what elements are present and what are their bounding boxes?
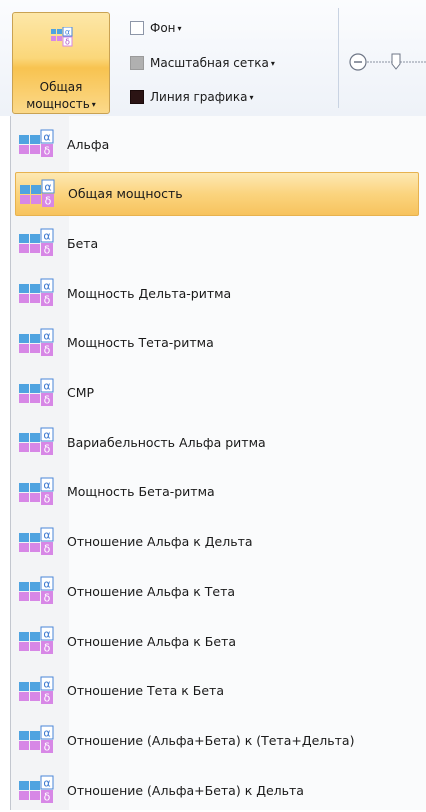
menu-item[interactable]: α δ Бета — [15, 221, 419, 265]
dropdown-arrow-icon: ▾ — [177, 23, 182, 33]
menu-item-label: Вариабельность Альфа ритма — [67, 434, 266, 450]
menu-item[interactable]: α δ Вариабельность Альфа ритма — [15, 420, 419, 464]
line-color-swatch — [130, 90, 144, 104]
menu-item-label: Бета — [67, 235, 99, 251]
alpha-delta-grid-icon: α δ — [15, 525, 65, 559]
total-power-button[interactable]: α δ Общая мощность ▾ — [12, 12, 110, 114]
svg-text:δ: δ — [44, 592, 51, 605]
alpha-delta-grid-icon: α δ — [15, 475, 65, 509]
alpha-delta-grid-icon: α δ — [15, 226, 65, 260]
scale-grid-button[interactable]: Масштабная сетка ▾ — [130, 53, 275, 73]
svg-text:α: α — [65, 28, 70, 37]
svg-text:δ: δ — [44, 642, 51, 655]
menu-item[interactable]: α δ СМР — [15, 371, 419, 415]
background-label: Фон — [150, 21, 176, 35]
ribbon-separator — [338, 8, 339, 108]
alpha-delta-grid-icon: α δ — [15, 674, 65, 708]
grid-color-swatch — [130, 56, 144, 70]
svg-text:α: α — [44, 180, 51, 193]
svg-text:δ: δ — [65, 38, 70, 47]
svg-text:δ: δ — [44, 492, 51, 505]
svg-text:δ: δ — [44, 691, 51, 704]
svg-text:δ: δ — [44, 741, 51, 754]
menu-item[interactable]: α δ Общая мощность — [15, 171, 419, 216]
metric-dropdown-menu: α δ Альфа α δ Общая мощность α δ Бета α … — [10, 116, 426, 810]
svg-text:α: α — [43, 727, 50, 740]
svg-text:α: α — [43, 429, 50, 442]
alpha-delta-grid-icon: α δ — [15, 624, 65, 658]
menu-item[interactable]: α δ Отношение Альфа к Дельта — [15, 520, 419, 564]
svg-text:α: α — [43, 329, 50, 342]
alpha-delta-grid-icon: α δ — [15, 723, 65, 757]
menu-item-label: Мощность Бета-ритма — [67, 484, 215, 500]
total-power-button-label-1: Общая — [39, 80, 83, 94]
menu-item[interactable]: α δ Альфа — [15, 122, 419, 166]
svg-text:δ: δ — [44, 791, 51, 804]
svg-text:α: α — [43, 677, 50, 690]
menu-item-label: СМР — [67, 385, 95, 400]
menu-item[interactable]: α δ Отношение Альфа к Тета — [15, 569, 419, 613]
zoom-slider[interactable] — [348, 50, 426, 77]
graph-line-button[interactable]: Линия графика ▾ — [130, 87, 253, 107]
menu-item-label: Отношение (Альфа+Бета) к (Тета+Дельта) — [67, 732, 355, 748]
menu-item-label: Отношение (Альфа+Бета) к Дельта — [67, 782, 304, 798]
menu-item-label: Мощность Тета-ритма — [67, 335, 214, 351]
alpha-delta-grid-icon: α δ — [15, 376, 65, 410]
svg-text:δ: δ — [44, 542, 51, 555]
menu-item[interactable]: α δ Отношение Тета к Бета — [15, 669, 419, 713]
left-edge — [0, 116, 10, 810]
svg-text:α: α — [43, 528, 50, 541]
svg-text:δ: δ — [44, 294, 51, 307]
alpha-delta-grid-icon: α δ — [15, 326, 65, 360]
svg-text:δ: δ — [44, 145, 51, 158]
alpha-delta-grid-icon: α δ — [15, 773, 65, 807]
svg-text:α: α — [43, 777, 50, 790]
menu-item-label: Альфа — [67, 136, 110, 152]
menu-item-label: Отношение Тета к Бета — [67, 683, 225, 699]
svg-text:δ: δ — [45, 194, 52, 207]
menu-item-label: Отношение Альфа к Дельта — [67, 534, 253, 550]
background-checkbox[interactable] — [130, 21, 144, 35]
svg-text:δ: δ — [44, 443, 51, 456]
svg-text:α: α — [43, 280, 50, 293]
graph-line-label: Линия графика — [150, 90, 248, 104]
alpha-delta-grid-icon: α δ — [15, 276, 65, 310]
menu-item-label: Мощность Дельта-ритма — [67, 285, 232, 301]
svg-text:α: α — [43, 230, 50, 243]
menu-item-label: Отношение Альфа к Тета — [67, 583, 236, 599]
menu-item-label: Общая мощность — [68, 186, 183, 202]
alpha-delta-grid-icon: α δ — [15, 574, 65, 608]
alpha-delta-grid-icon: α δ — [16, 177, 66, 211]
menu-item[interactable]: α δ Мощность Бета-ритма — [15, 470, 419, 514]
menu-item[interactable]: α δ Отношение (Альфа+Бета) к Дельта — [15, 768, 419, 812]
dropdown-arrow-icon: ▾ — [270, 58, 275, 68]
svg-text:δ: δ — [44, 244, 51, 257]
scale-grid-label: Масштабная сетка — [150, 56, 269, 70]
dropdown-arrow-icon: ▾ — [249, 92, 254, 102]
svg-text:δ: δ — [44, 393, 51, 406]
alpha-delta-grid-icon: α δ — [15, 425, 65, 459]
svg-text:α: α — [43, 578, 50, 591]
background-toggle[interactable]: Фон ▾ — [130, 18, 182, 38]
menu-item[interactable]: α δ Мощность Дельта-ритма — [15, 271, 419, 315]
dropdown-arrow-icon: ▾ — [91, 100, 96, 109]
svg-text:α: α — [43, 628, 50, 641]
alpha-delta-grid-icon: α δ — [51, 26, 73, 50]
svg-text:α: α — [43, 379, 50, 392]
ribbon: α δ Общая мощность ▾ Фон ▾ Масштабная сет… — [0, 0, 426, 117]
svg-text:α: α — [43, 478, 50, 491]
menu-item[interactable]: α δ Мощность Тета-ритма — [15, 321, 419, 365]
menu-item-label: Отношение Альфа к Бета — [67, 633, 236, 649]
svg-text:α: α — [43, 131, 50, 144]
menu-item[interactable]: α δ Отношение (Альфа+Бета) к (Тета+Дельт… — [15, 718, 419, 762]
menu-item[interactable]: α δ Отношение Альфа к Бета — [15, 619, 419, 663]
alpha-delta-grid-icon: α δ — [15, 127, 65, 161]
svg-text:δ: δ — [44, 343, 51, 356]
total-power-button-label-2: мощность — [26, 97, 90, 111]
